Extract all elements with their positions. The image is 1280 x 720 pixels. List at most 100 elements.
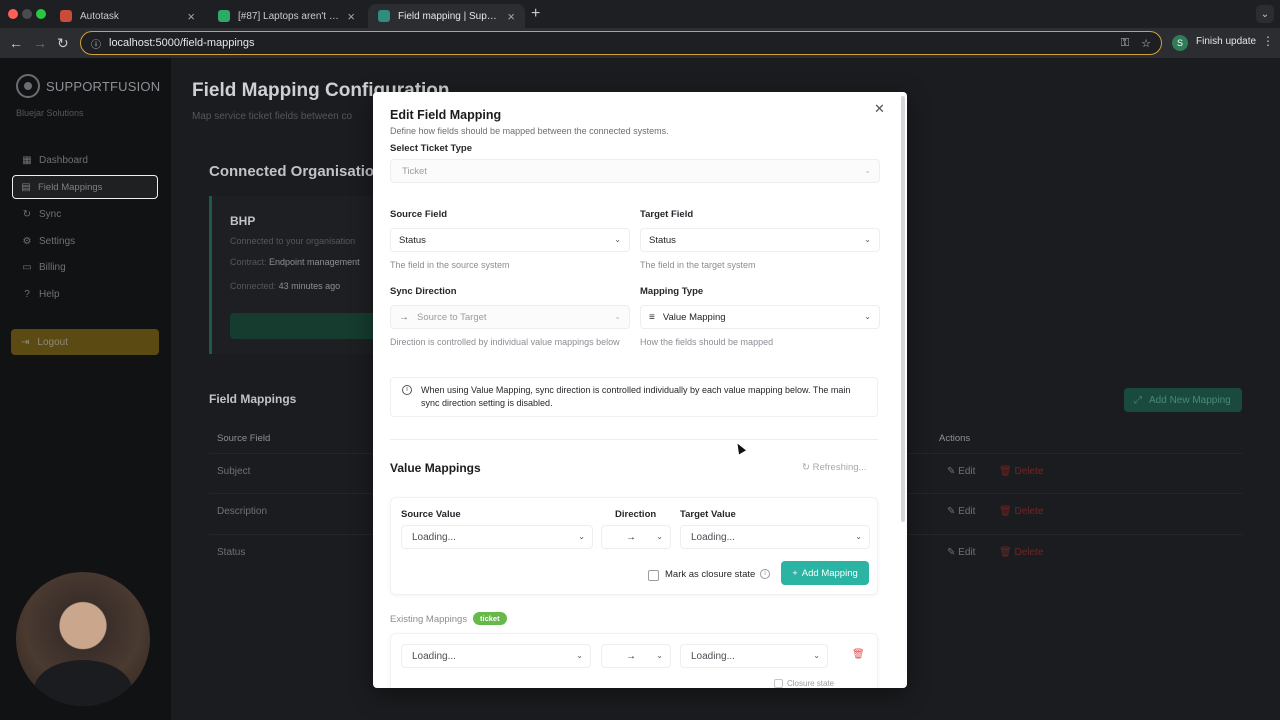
- direction-label: Direction: [615, 509, 657, 520]
- card-icon: ▭: [22, 261, 32, 273]
- target-field-select[interactable]: Status ⌄: [640, 228, 880, 252]
- site-info-icon[interactable]: ⓘ: [91, 36, 101, 51]
- edit-button[interactable]: ✎ Edit: [947, 547, 975, 558]
- edit-label: Edit: [958, 506, 976, 517]
- share-icon: ⤢: [1134, 394, 1142, 406]
- source-value-label: Source Value: [401, 509, 461, 520]
- existing-target-select[interactable]: Loading... ⌄: [680, 644, 828, 668]
- edit-button[interactable]: ✎ Edit: [947, 466, 975, 477]
- info-icon: i: [402, 385, 412, 395]
- logout-button[interactable]: ⇥ Logout: [11, 329, 159, 355]
- edit-label: Edit: [958, 466, 976, 477]
- tab-close-icon[interactable]: ×: [187, 9, 195, 24]
- refresh-icon: ↻: [22, 208, 32, 220]
- direction-select[interactable]: → ⌄: [601, 525, 671, 549]
- delete-button[interactable]: 🗑 Delete: [999, 547, 1043, 558]
- delete-button[interactable]: 🗑 Delete: [999, 466, 1043, 477]
- address-bar[interactable]: ⓘ localhost:5000/field-mappings ⚿ ☆: [80, 31, 1162, 55]
- connected-org-heading: Connected Organisation: [209, 163, 384, 180]
- existing-closure-state[interactable]: Closure state: [774, 679, 834, 688]
- chevron-down-icon[interactable]: ⌄: [1256, 5, 1274, 23]
- autotask-favicon-icon: [60, 10, 72, 22]
- existing-target-text: Loading...: [691, 650, 735, 662]
- forward-arrow-icon[interactable]: →: [33, 35, 47, 51]
- source-value-select[interactable]: Loading... ⌄: [401, 525, 593, 549]
- trash-icon[interactable]: 🗑: [852, 649, 865, 660]
- star-icon[interactable]: ☆: [1141, 37, 1151, 50]
- org-card-status: Connected to your organisation: [230, 236, 356, 246]
- minimize-window-button[interactable]: [22, 9, 32, 19]
- info-icon[interactable]: i: [760, 569, 770, 579]
- close-window-button[interactable]: [8, 9, 18, 19]
- ticket-type-value: Ticket: [402, 165, 427, 177]
- chevron-down-icon: ⌄: [576, 651, 583, 660]
- closure-state-checkbox[interactable]: [648, 570, 659, 581]
- sidebar-item-help[interactable]: ? Help: [12, 282, 158, 306]
- support-fusion-favicon-icon: [378, 10, 390, 22]
- existing-mapping-row: Loading... ⌄ → ⌄ Loading... ⌄ 🗑 Closure …: [390, 633, 878, 688]
- sidebar-item-label: Billing: [39, 261, 66, 273]
- closure-state-checkbox[interactable]: [774, 679, 783, 688]
- chevron-down-icon: ⌄: [813, 651, 820, 660]
- ticket-type-badge: ticket: [473, 612, 507, 625]
- org-card-name: BHP: [230, 214, 256, 228]
- list-icon: ≡: [649, 311, 655, 323]
- more-menu-icon[interactable]: ⋮: [1262, 34, 1274, 48]
- reload-icon[interactable]: ↻: [57, 35, 69, 51]
- existing-direction-select[interactable]: → ⌄: [601, 644, 671, 668]
- chevron-down-icon: ⌄: [614, 235, 621, 244]
- sync-direction-select[interactable]: → Source to Target ⌄: [390, 305, 630, 329]
- finish-update-button[interactable]: Finish update: [1196, 36, 1256, 47]
- back-arrow-icon[interactable]: ←: [9, 35, 23, 51]
- grid-icon: ▦: [22, 154, 32, 166]
- source-field-label: Source Field: [390, 209, 448, 220]
- column-header-source-field: Source Field: [217, 433, 271, 444]
- chevron-down-icon: ⌄: [864, 312, 871, 321]
- row-source-field: Status: [217, 547, 246, 558]
- chevron-down-icon: ⌄: [614, 312, 621, 321]
- profile-avatar[interactable]: S: [1172, 35, 1188, 51]
- sidebar-item-settings[interactable]: ⚙ Settings: [12, 229, 158, 253]
- row-source-field: Description: [217, 506, 268, 517]
- refreshing-indicator: ↻ Refreshing...: [802, 462, 866, 473]
- delete-label: Delete: [1014, 466, 1044, 477]
- sidebar-item-field-mappings[interactable]: ▤ Field Mappings: [12, 175, 158, 199]
- contract-value: Endpoint management: [269, 257, 360, 267]
- browser-tab-ticket[interactable]: [#87] Laptops aren't loading ×: [208, 4, 365, 28]
- browser-tab-autotask[interactable]: Autotask ×: [50, 4, 205, 28]
- add-new-mapping-button[interactable]: ⤢ Add New Mapping: [1124, 388, 1242, 412]
- source-field-select[interactable]: Status ⌄: [390, 228, 630, 252]
- target-value-select[interactable]: Loading... ⌄: [680, 525, 870, 549]
- sidebar-item-billing[interactable]: ▭ Billing: [12, 255, 158, 279]
- ticket-type-select[interactable]: Ticket ⌄: [390, 159, 880, 183]
- add-mapping-button[interactable]: + Add Mapping: [781, 561, 869, 585]
- tab-close-icon[interactable]: ×: [347, 9, 355, 24]
- existing-source-select[interactable]: Loading... ⌄: [401, 644, 591, 668]
- sync-direction-hint: Direction is controlled by individual va…: [390, 337, 620, 347]
- webcam-overlay: [16, 572, 150, 706]
- sidebar-item-label: Sync: [39, 208, 62, 220]
- tab-close-icon[interactable]: ×: [507, 9, 515, 24]
- browser-tab-field-mapping[interactable]: Field mapping | Support Fusio ×: [368, 4, 525, 28]
- plus-icon: +: [792, 567, 798, 579]
- plus-icon[interactable]: +: [531, 5, 540, 23]
- chevron-down-icon: ⌄: [864, 166, 871, 175]
- sidebar-item-label: Dashboard: [39, 154, 88, 166]
- sidebar-item-dashboard[interactable]: ▦ Dashboard: [12, 148, 158, 172]
- target-field-label: Target Field: [640, 209, 694, 220]
- mapping-type-select[interactable]: ≡ Value Mapping ⌄: [640, 305, 880, 329]
- chevron-down-icon: ⌄: [855, 532, 862, 541]
- edit-button[interactable]: ✎ Edit: [947, 506, 975, 517]
- delete-button[interactable]: 🗑 Delete: [999, 506, 1043, 517]
- column-header-actions: Actions: [939, 433, 971, 444]
- sidebar-item-sync[interactable]: ↻ Sync: [12, 202, 158, 226]
- key-icon[interactable]: ⚿: [1121, 37, 1129, 50]
- close-icon[interactable]: ✕: [874, 101, 885, 117]
- org-card-button[interactable]: [230, 313, 390, 339]
- add-mapping-label: Add Mapping: [801, 567, 858, 579]
- maximize-window-button[interactable]: [36, 9, 46, 19]
- document-icon: ▤: [21, 181, 31, 193]
- dialog-scrollbar[interactable]: [901, 96, 905, 522]
- arrow-right-icon: →: [626, 531, 636, 543]
- value-mappings-title: Value Mappings: [390, 461, 481, 475]
